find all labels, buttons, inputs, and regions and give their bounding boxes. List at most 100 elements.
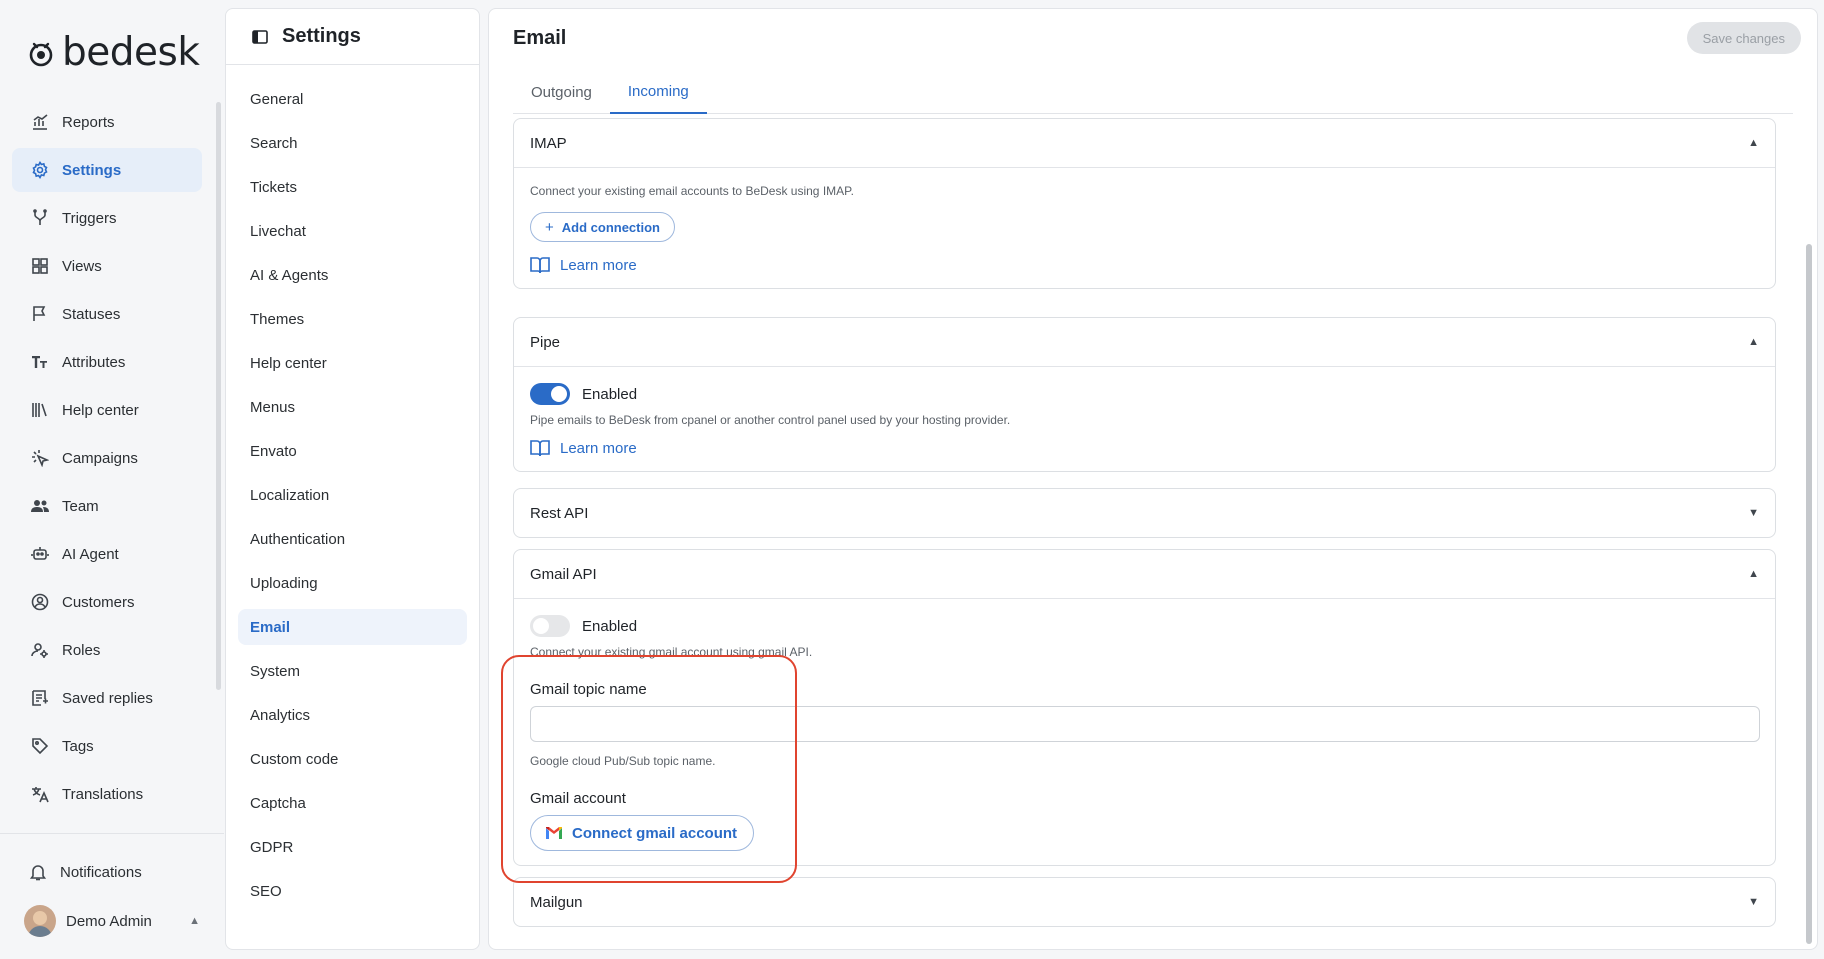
rest-api-header[interactable]: Rest API ▼ <box>514 489 1775 537</box>
pipe-title: Pipe <box>530 333 561 351</box>
gmail-topic-input[interactable] <box>530 706 1760 742</box>
gmail-api-header[interactable]: Gmail API ▲ <box>514 550 1775 598</box>
settings-item-general[interactable]: General <box>238 81 467 117</box>
rest-api-title: Rest API <box>530 504 589 522</box>
settings-item-custom-code[interactable]: Custom code <box>238 741 467 777</box>
robot-icon <box>30 544 50 564</box>
learn-more-label: Learn more <box>560 256 637 274</box>
gmail-icon <box>546 827 562 839</box>
settings-item-envato[interactable]: Envato <box>238 433 467 469</box>
settings-item-themes[interactable]: Themes <box>238 301 467 337</box>
nav-label: Roles <box>62 641 101 659</box>
caret-up-icon: ▲ <box>1748 336 1759 348</box>
settings-item-authentication[interactable]: Authentication <box>238 521 467 557</box>
nav-item-help-center[interactable]: Help center <box>12 388 202 432</box>
settings-item-menus[interactable]: Menus <box>238 389 467 425</box>
settings-item-seo[interactable]: SEO <box>238 873 467 909</box>
nav-item-reports[interactable]: Reports <box>12 100 202 144</box>
tag-icon <box>30 736 50 756</box>
caret-up-icon: ▲ <box>1748 137 1759 149</box>
plus-icon: + <box>545 218 554 236</box>
logo[interactable]: bedesk <box>26 30 200 75</box>
rest-api-section: Rest API ▼ <box>513 488 1776 538</box>
bedesk-logo-icon <box>29 42 53 66</box>
sidebar-toggle-icon[interactable] <box>252 29 268 45</box>
nav-label: Triggers <box>62 209 117 227</box>
nav-item-settings[interactable]: Settings <box>12 148 202 192</box>
settings-item-captcha[interactable]: Captcha <box>238 785 467 821</box>
settings-item-email[interactable]: Email <box>238 609 467 645</box>
user-name: Demo Admin <box>66 912 152 930</box>
settings-item-analytics[interactable]: Analytics <box>238 697 467 733</box>
imap-description: Connect your existing email accounts to … <box>530 184 854 198</box>
settings-item-livechat[interactable]: Livechat <box>238 213 467 249</box>
gmail-api-description: Connect your existing gmail account usin… <box>530 645 813 659</box>
nav-label: Attributes <box>62 353 126 371</box>
settings-item-tickets[interactable]: Tickets <box>238 169 467 205</box>
nav-item-roles[interactable]: Roles <box>12 628 202 672</box>
pipe-header[interactable]: Pipe ▲ <box>514 318 1775 366</box>
text-icon <box>30 352 50 372</box>
email-tabs: Outgoing Incoming <box>513 71 1793 114</box>
gmail-enabled-toggle[interactable] <box>530 615 570 637</box>
nav-item-views[interactable]: Views <box>12 244 202 288</box>
nav-item-statuses[interactable]: Statuses <box>12 292 202 336</box>
nav-item-tags[interactable]: Tags <box>12 724 202 768</box>
settings-item-system[interactable]: System <box>238 653 467 689</box>
nav-label: Tags <box>62 737 94 755</box>
nav-item-triggers[interactable]: Triggers <box>12 196 202 240</box>
settings-item-gdpr[interactable]: GDPR <box>238 829 467 865</box>
avatar <box>24 905 56 937</box>
gmail-enabled-row: Enabled <box>530 615 1759 637</box>
mailgun-header[interactable]: Mailgun ▼ <box>514 878 1775 926</box>
nav-item-saved-replies[interactable]: Saved replies <box>12 676 202 720</box>
nav-item-attributes[interactable]: Attributes <box>12 340 202 384</box>
nav-item-campaigns[interactable]: Campaigns <box>12 436 202 480</box>
nav-label: Views <box>62 257 102 275</box>
campaigns-icon <box>30 448 50 468</box>
imap-header[interactable]: IMAP ▲ <box>514 119 1775 167</box>
nav-item-translations[interactable]: Translations <box>12 772 202 816</box>
main-scrollbar-thumb[interactable] <box>1806 244 1812 944</box>
gmail-api-body: Enabled Connect your existing gmail acco… <box>514 598 1775 865</box>
learn-more-label: Learn more <box>560 439 637 457</box>
imap-learn-more-link[interactable]: Learn more <box>530 256 1759 274</box>
settings-item-help-center[interactable]: Help center <box>238 345 467 381</box>
pipe-section: Pipe ▲ Enabled Pipe emails to BeDesk fro… <box>513 317 1776 472</box>
connect-gmail-button[interactable]: Connect gmail account <box>530 815 755 851</box>
reports-icon <box>30 112 50 132</box>
bell-icon <box>28 862 48 882</box>
mailgun-title: Mailgun <box>530 893 583 911</box>
gmail-api-section: Gmail API ▲ Enabled Connect your existin… <box>513 549 1776 866</box>
gmail-account-label: Gmail account <box>530 790 626 807</box>
settings-item-search[interactable]: Search <box>238 125 467 161</box>
pipe-body: Enabled Pipe emails to BeDesk from cpane… <box>514 366 1775 471</box>
settings-item-ai-agents[interactable]: AI & Agents <box>238 257 467 293</box>
settings-item-uploading[interactable]: Uploading <box>238 565 467 601</box>
notifications-link[interactable]: Notifications <box>28 862 142 882</box>
nav-item-ai-agent[interactable]: AI Agent <box>12 532 202 576</box>
pipe-enabled-toggle[interactable] <box>530 383 570 405</box>
brand-name: bedesk <box>62 30 200 75</box>
chevron-up-icon: ▲ <box>189 915 200 927</box>
primary-sidebar: bedesk Reports Settings Triggers Views S… <box>0 0 224 959</box>
sidebar-scrollbar[interactable] <box>216 102 221 690</box>
settings-item-localization[interactable]: Localization <box>238 477 467 513</box>
nav-item-team[interactable]: Team <box>12 484 202 528</box>
gear-icon <box>30 160 50 180</box>
book-icon <box>530 440 550 457</box>
add-connection-label: Add connection <box>561 219 660 235</box>
tab-incoming[interactable]: Incoming <box>609 71 707 114</box>
user-menu[interactable]: Demo Admin ▲ <box>24 904 200 938</box>
save-changes-button[interactable]: Save changes <box>1686 22 1801 54</box>
nav-item-customers[interactable]: Customers <box>12 580 202 624</box>
gmail-api-title: Gmail API <box>530 565 597 583</box>
pipe-learn-more-link[interactable]: Learn more <box>530 439 1759 457</box>
settings-header: Settings <box>226 9 479 65</box>
email-settings-main: Email Save changes Outgoing Incoming IMA… <box>488 8 1818 950</box>
nav-list: Reports Settings Triggers Views Statuses… <box>12 100 202 820</box>
flag-icon <box>30 304 50 324</box>
settings-title: Settings <box>282 25 361 47</box>
tab-outgoing[interactable]: Outgoing <box>513 71 610 113</box>
add-connection-button[interactable]: + Add connection <box>530 212 675 242</box>
